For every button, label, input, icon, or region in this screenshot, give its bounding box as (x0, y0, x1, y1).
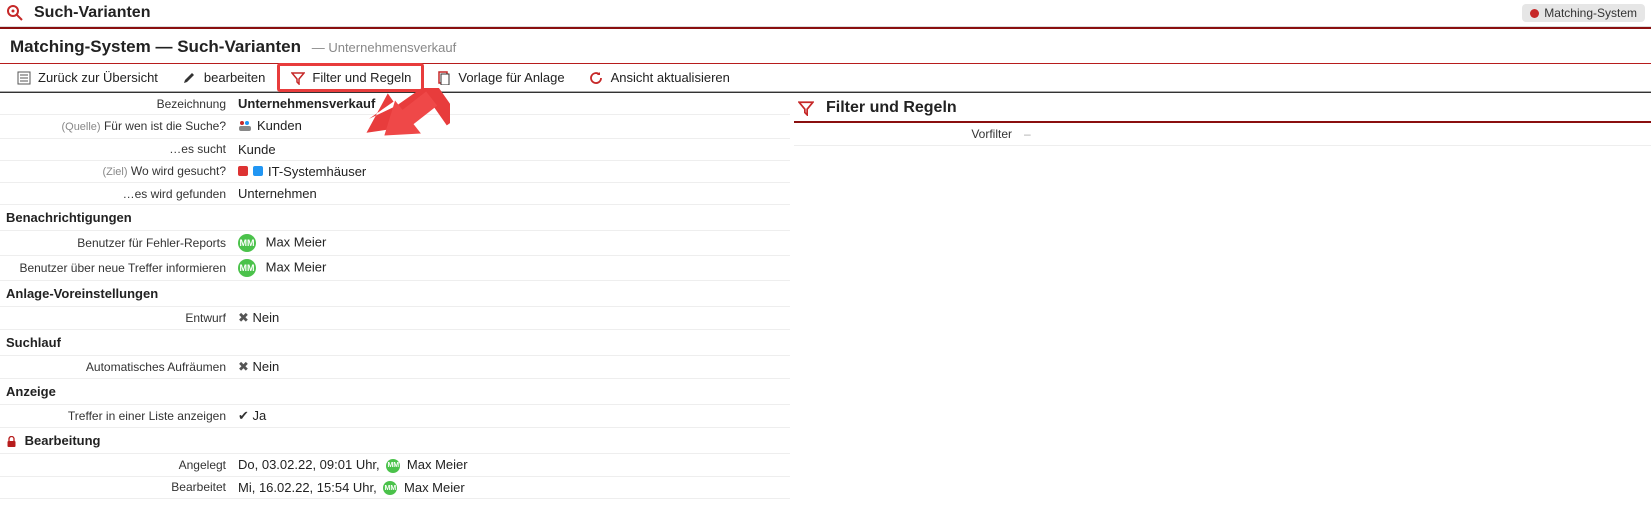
label-gefunden: …es wird gefunden (0, 183, 232, 205)
value-ziel: IT-Systemhäuser (232, 160, 790, 183)
template-icon (436, 70, 451, 85)
breadcrumb: Matching-System — Such-Varianten — Unter… (0, 29, 1651, 63)
avatar: MM (238, 234, 256, 252)
filter-panel: Filter und Regeln Vorfilter – (790, 93, 1651, 146)
value-angelegt: Do, 03.02.22, 09:01 Uhr, MM Max Meier (232, 454, 790, 477)
avatar: MM (386, 459, 400, 473)
value-bearbeitet: Mi, 16.02.22, 15:54 Uhr, MM Max Meier (232, 476, 790, 499)
people-icon (238, 120, 252, 132)
value-gefunden: Unternehmen (232, 183, 790, 205)
main-content: Bezeichnung Unternehmensverkauf (Quelle)… (0, 92, 1651, 499)
label-treffer: Benutzer über neue Treffer informieren (0, 256, 232, 281)
page-title: Such-Varianten (34, 4, 150, 22)
value-quelle: Kunden (232, 115, 790, 139)
label-bearbeitet: Bearbeitet (0, 476, 232, 499)
row-ziel: (Ziel) Wo wird gesucht? IT-Systemhäuser (0, 160, 790, 183)
filter-label: Filter und Regeln (312, 70, 411, 85)
refresh-label: Ansicht aktualisieren (611, 70, 730, 85)
breadcrumb-part1: Matching-System (10, 37, 151, 56)
row-bezeichnung: Bezeichnung Unternehmensverkauf (0, 93, 790, 115)
dot-icon (1530, 9, 1539, 18)
details-table: Bezeichnung Unternehmensverkauf (Quelle)… (0, 93, 790, 499)
value-liste: ✔ Ja (232, 405, 790, 428)
label-vorfilter: Vorfilter (800, 127, 1024, 141)
value-entwurf: ✖ Nein (232, 307, 790, 330)
breadcrumb-sub: — Unternehmensverkauf (312, 40, 457, 55)
filter-panel-title: Filter und Regeln (826, 99, 957, 117)
filter-panel-header: Filter und Regeln (794, 93, 1651, 123)
section-benachrichtigungen: Benachrichtigungen (0, 205, 790, 231)
template-button[interactable]: Vorlage für Anlage (424, 64, 576, 91)
row-angelegt: Angelegt Do, 03.02.22, 09:01 Uhr, MM Max… (0, 454, 790, 477)
list-icon (16, 70, 31, 85)
breadcrumb-part2: Such-Varianten (177, 37, 301, 56)
lock-icon (6, 433, 21, 448)
building-icon (253, 166, 263, 176)
row-gefunden: …es wird gefunden Unternehmen (0, 183, 790, 205)
section-suchlauf: Suchlauf (0, 330, 790, 356)
label-quelle: (Quelle) Für wen ist die Suche? (0, 115, 232, 139)
back-label: Zurück zur Übersicht (38, 70, 158, 85)
row-fehler-reports: Benutzer für Fehler-Reports MM Max Meier (0, 231, 790, 256)
x-circle-icon: ✖ (238, 310, 249, 325)
value-fehler: MM Max Meier (232, 231, 790, 256)
avatar: MM (383, 481, 397, 495)
matching-system-badge[interactable]: Matching-System (1522, 4, 1645, 22)
row-bearbeitet: Bearbeitet Mi, 16.02.22, 15:54 Uhr, MM M… (0, 476, 790, 499)
row-liste: Treffer in einer Liste anzeigen ✔ Ja (0, 405, 790, 428)
label-bezeichnung: Bezeichnung (0, 93, 232, 115)
template-label: Vorlage für Anlage (458, 70, 564, 85)
section-anzeige: Anzeige (0, 379, 790, 405)
label-entwurf: Entwurf (0, 307, 232, 330)
label-angelegt: Angelegt (0, 454, 232, 477)
filter-rules-button[interactable]: Filter und Regeln (277, 63, 424, 92)
funnel-icon (290, 70, 305, 85)
label-ziel: (Ziel) Wo wird gesucht? (0, 160, 232, 183)
back-button[interactable]: Zurück zur Übersicht (4, 64, 170, 91)
label-auto: Automatisches Aufräumen (0, 356, 232, 379)
row-entwurf: Entwurf ✖ Nein (0, 307, 790, 330)
label-fehler: Benutzer für Fehler-Reports (0, 231, 232, 256)
value-sucht: Kunde (232, 138, 790, 160)
row-sucht: …es sucht Kunde (0, 138, 790, 160)
row-auto: Automatisches Aufräumen ✖ Nein (0, 356, 790, 379)
value-auto: ✖ Nein (232, 356, 790, 379)
edit-label: bearbeiten (204, 70, 265, 85)
value-treffer: MM Max Meier (232, 256, 790, 281)
magnifier-target-icon (6, 4, 24, 22)
avatar: MM (238, 259, 256, 277)
topbar: Such-Varianten Matching-System (0, 0, 1651, 27)
toolbar: Zurück zur Übersicht bearbeiten Filter u… (0, 63, 1651, 92)
section-bearbeitung: Bearbeitung (0, 428, 790, 454)
pencil-icon (182, 70, 197, 85)
x-circle-icon: ✖ (238, 359, 249, 374)
value-vorfilter: – (1024, 127, 1031, 141)
check-circle-icon: ✔ (238, 408, 249, 423)
section-anlage: Anlage-Voreinstellungen (0, 281, 790, 307)
details-column: Bezeichnung Unternehmensverkauf (Quelle)… (0, 93, 790, 499)
label-sucht: …es sucht (0, 138, 232, 160)
row-vorfilter: Vorfilter – (794, 123, 1651, 146)
row-treffer-inform: Benutzer über neue Treffer informieren M… (0, 256, 790, 281)
refresh-button[interactable]: Ansicht aktualisieren (577, 64, 742, 91)
building-icon (238, 166, 248, 176)
funnel-icon (798, 100, 814, 116)
breadcrumb-sep: — (155, 37, 172, 56)
refresh-icon (589, 70, 604, 85)
label-liste: Treffer in einer Liste anzeigen (0, 405, 232, 428)
edit-button[interactable]: bearbeiten (170, 64, 277, 91)
value-bezeichnung: Unternehmensverkauf (232, 93, 790, 115)
row-quelle: (Quelle) Für wen ist die Suche? Kunden (0, 115, 790, 139)
badge-label: Matching-System (1544, 6, 1637, 20)
